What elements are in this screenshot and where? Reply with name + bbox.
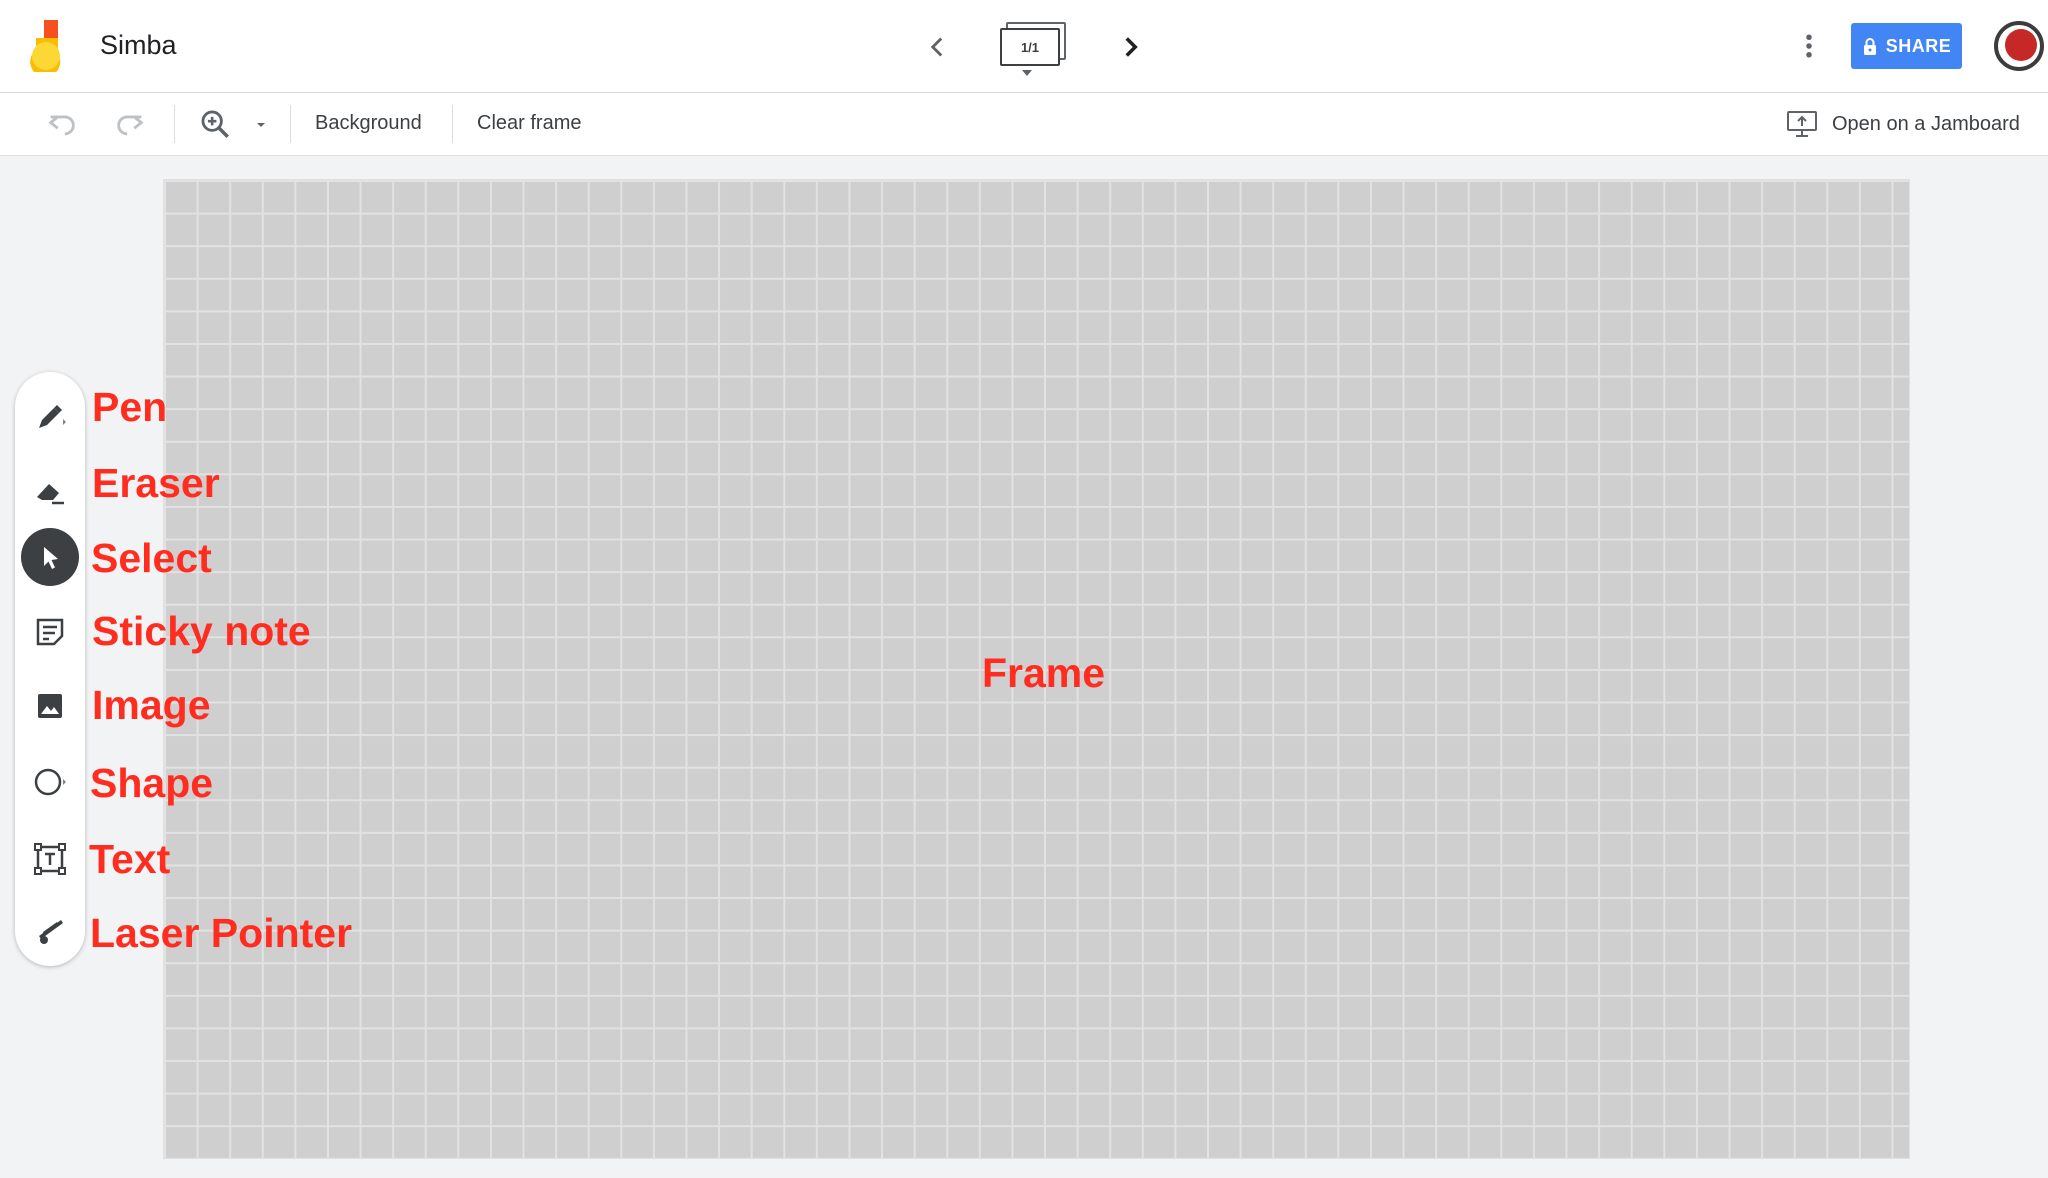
tool-label: Sticky note [92, 608, 311, 654]
tool-select[interactable] [21, 528, 79, 586]
chevron-left-icon[interactable] [920, 30, 954, 64]
eraser-icon [37, 484, 64, 505]
frame-counter-label: 1/1 [1000, 28, 1060, 66]
tool-rail [15, 372, 85, 966]
more-vert-icon[interactable] [1794, 28, 1824, 64]
tool-eraser[interactable] [21, 463, 79, 521]
tool-shape[interactable] [21, 753, 79, 811]
app-title[interactable]: Simba [100, 30, 177, 61]
image-icon [38, 694, 62, 718]
tool-laser-pointer[interactable] [21, 902, 79, 960]
tool-label: Image [92, 682, 211, 728]
avatar[interactable] [1994, 21, 2044, 71]
chevron-right-icon[interactable] [1114, 30, 1148, 64]
tool-label: Text [89, 836, 171, 882]
open-on-jamboard-button[interactable]: Open on a Jamboard [1786, 107, 2020, 141]
undo-icon[interactable] [45, 107, 79, 141]
frame-counter-button[interactable]: 1/1 [996, 20, 1068, 78]
laser-pointer-icon [39, 920, 63, 944]
tool-image[interactable] [21, 677, 79, 735]
redo-icon[interactable] [113, 107, 147, 141]
zoom-dropdown-icon[interactable] [250, 107, 272, 141]
cast-to-jamboard-icon [1787, 111, 1817, 137]
circle-shape-icon [34, 768, 66, 796]
share-label: SHARE [1885, 35, 1952, 56]
zoom-in-icon[interactable] [198, 107, 232, 141]
toolbar-divider [174, 105, 175, 143]
pen-icon [39, 405, 66, 428]
open-on-jamboard-label: Open on a Jamboard [1832, 112, 2020, 135]
toolbar: Background Clear frame Open on a Jamboar… [0, 93, 2048, 156]
tool-label: Shape [90, 760, 214, 806]
toolbar-divider [290, 105, 291, 143]
tool-label: Laser Pointer [90, 910, 353, 956]
text-box-icon [34, 843, 66, 875]
clear-frame-button[interactable]: Clear frame [477, 112, 581, 135]
tool-label: Eraser [92, 460, 220, 506]
tool-sticky-note[interactable] [21, 603, 79, 661]
app-bar: Simba 1/1 SHARE [0, 0, 2048, 93]
tool-pen[interactable] [21, 388, 79, 446]
frame-annotation: Frame [982, 650, 1106, 696]
share-button[interactable]: SHARE [1851, 23, 1962, 69]
lock-icon [1863, 38, 1876, 55]
toolbar-divider [452, 105, 453, 143]
tool-label: Pen [92, 384, 168, 430]
sticky-note-icon [36, 618, 64, 646]
cursor-icon [44, 547, 58, 569]
tool-text[interactable] [21, 830, 79, 888]
caret-down-icon [1022, 70, 1032, 76]
background-button[interactable]: Background [315, 112, 422, 135]
jamboard-logo-icon[interactable] [30, 20, 70, 72]
tool-label: Select [91, 535, 212, 581]
